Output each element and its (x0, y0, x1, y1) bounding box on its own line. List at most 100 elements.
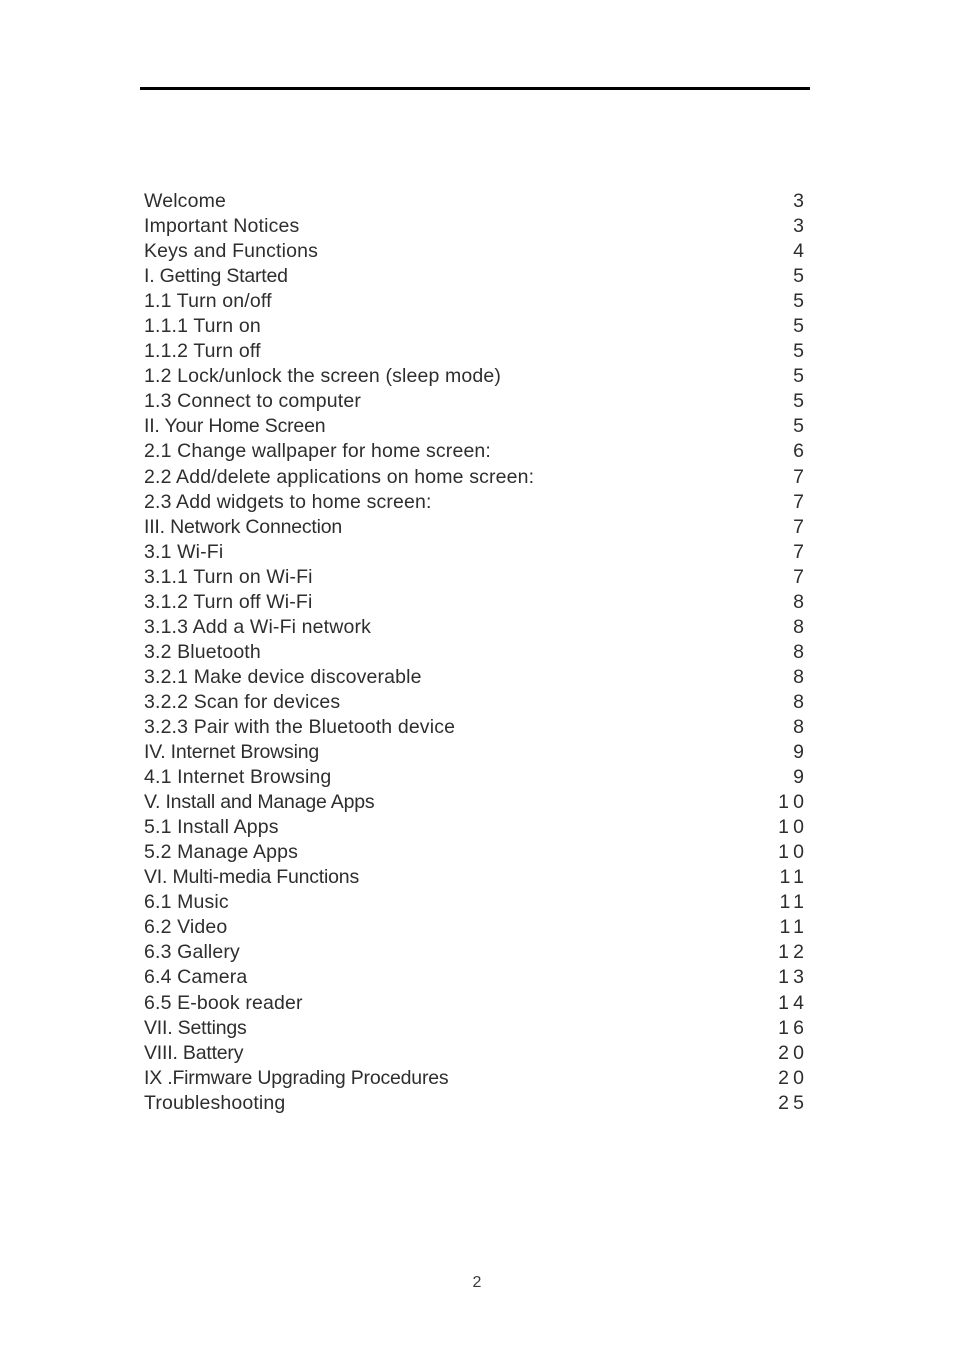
toc-entry[interactable]: 2.3 Add widgets to home screen: 7 (144, 490, 804, 515)
toc-entry-page-number: 11 (779, 866, 809, 889)
document-page: Welcome 3 Important Notices 3 Keys and Funct… (0, 0, 954, 1348)
toc-entry-page-number: 20 (778, 1066, 809, 1089)
toc-entry-page-number: 5 (793, 340, 804, 363)
toc-entry-title: Troubleshooting (144, 1091, 286, 1114)
toc-entry-title: 4.1 Internet Browsing (144, 766, 332, 789)
toc-entry-title: 3.2 Bluetooth (144, 640, 261, 663)
toc-entry[interactable]: 5.2 Manage Apps 10 (144, 840, 804, 865)
toc-entry-page-number: 12 (778, 941, 809, 964)
toc-entry-page-number: 10 (778, 841, 809, 864)
toc-entry-title: Keys and Functions (144, 240, 318, 263)
toc-entry-page-number: 5 (793, 315, 804, 338)
toc-entry-title: 3.1 Wi-Fi (144, 540, 224, 563)
toc-entry[interactable]: VI. Multi-media Functions 11 (144, 865, 804, 890)
toc-entry[interactable]: 6.2 Video 11 (144, 915, 804, 940)
toc-entry[interactable]: 1.1.1 Turn on 5 (144, 314, 804, 339)
toc-entry[interactable]: IV. Internet Browsing 9 (144, 740, 804, 765)
toc-entry-title: III. Network Connection (144, 515, 343, 538)
toc-entry-title: Welcome (144, 190, 226, 212)
toc-entry[interactable]: II. Your Home Screen 5 (144, 414, 804, 439)
toc-entry[interactable]: III. Network Connection 7 (144, 515, 804, 540)
toc-entry-title: 3.1.3 Add a Wi-Fi network (144, 615, 372, 638)
toc-entry[interactable]: 1.2 Lock/unlock the screen (sleep mode) 5 (144, 364, 804, 389)
toc-entry-page-number: 8 (793, 590, 804, 613)
toc-entry-title: Important Notices (144, 215, 300, 238)
toc-entry-title: 1.1 Turn on/off (144, 290, 272, 313)
toc-entry[interactable]: Troubleshooting 25 (144, 1091, 804, 1116)
toc-entry-title: 3.2.1 Make device discoverable (144, 665, 422, 688)
toc-entry[interactable]: 4.1 Internet Browsing 9 (144, 765, 804, 790)
toc-entry-page-number: 5 (793, 365, 804, 388)
toc-entry-title: VI. Multi-media Functions (144, 866, 359, 889)
toc-entry-page-number: 14 (778, 991, 809, 1014)
toc-entry-page-number: 7 (793, 515, 804, 538)
toc-entry-page-number: 10 (778, 816, 809, 839)
toc-entry-title: 3.2.3 Pair with the Bluetooth device (144, 715, 456, 738)
toc-entry-page-number: 5 (793, 415, 804, 438)
toc-entry[interactable]: 3.1.1 Turn on Wi-Fi 7 (144, 565, 804, 590)
toc-entry[interactable]: Welcome 3 (144, 189, 804, 214)
toc-entry-page-number: 11 (779, 916, 809, 939)
toc-entry-page-number: 7 (793, 565, 804, 588)
toc-entry-title: 6.4 Camera (144, 966, 248, 989)
toc-entry[interactable]: 6.1 Music 11 (144, 890, 804, 915)
toc-entry-page-number: 5 (793, 290, 804, 313)
toc-entry[interactable]: 1.3 Connect to computer 5 (144, 389, 804, 414)
toc-entry-title: 3.1.2 Turn off Wi-Fi (144, 590, 313, 613)
toc-entry-page-number: 7 (793, 540, 804, 563)
toc-entry[interactable]: 5.1 Install Apps 10 (144, 815, 804, 840)
toc-entry[interactable]: 3.2 Bluetooth 8 (144, 640, 804, 665)
toc-entry-title: 6.2 Video (144, 916, 228, 939)
toc-entry[interactable]: 6.5 E-book reader 14 (144, 991, 804, 1016)
toc-entry-title: 6.5 E-book reader (144, 991, 303, 1014)
toc-entry[interactable]: VIII. Battery 20 (144, 1041, 804, 1066)
toc-entry-title: 1.1.1 Turn on (144, 315, 261, 338)
toc-entry-page-number: 6 (793, 440, 804, 463)
toc-entry[interactable]: 6.3 Gallery 12 (144, 940, 804, 965)
toc-entry-page-number: 20 (778, 1041, 809, 1064)
toc-entry[interactable]: I. Getting Started 5 (144, 264, 804, 289)
toc-entry-title: 3.1.1 Turn on Wi-Fi (144, 565, 313, 588)
toc-entry[interactable]: Important Notices 3 (144, 214, 804, 239)
toc-entry-title: 2.3 Add widgets to home screen: (144, 490, 432, 513)
toc-entry[interactable]: 3.1 Wi-Fi 7 (144, 540, 804, 565)
toc-entry-title: 5.2 Manage Apps (144, 841, 299, 864)
toc-entry[interactable]: 1.1 Turn on/off 5 (144, 289, 804, 314)
toc-entry-page-number: 8 (793, 640, 804, 663)
toc-entry-title: 2.2 Add/delete applications on home scre… (144, 465, 535, 488)
toc-entry[interactable]: 3.1.2 Turn off Wi-Fi 8 (144, 590, 804, 615)
toc-entry-page-number: 13 (778, 966, 809, 989)
toc-entry-page-number: 9 (793, 741, 804, 764)
toc-entry[interactable]: 2.1 Change wallpaper for home screen: 6 (144, 439, 804, 464)
toc-entry[interactable]: IX .Firmware Upgrading Procedures 20 (144, 1066, 804, 1091)
toc-entry[interactable]: 3.1.3 Add a Wi-Fi network 8 (144, 615, 804, 640)
toc-entry-page-number: 8 (793, 665, 804, 688)
toc-entry-title: VIII. Battery (144, 1041, 244, 1064)
toc-entry-title: 5.1 Install Apps (144, 816, 279, 839)
toc-entry-page-number: 8 (793, 615, 804, 638)
toc-entry-page-number: 10 (778, 791, 809, 814)
toc-entry-page-number: 8 (793, 690, 804, 713)
toc-entry-page-number: 3 (793, 215, 804, 238)
toc-entry-page-number: 5 (793, 390, 804, 413)
toc-entry[interactable]: 3.2.2 Scan for devices 8 (144, 690, 804, 715)
toc-entry-title: IX .Firmware Upgrading Procedures (144, 1066, 449, 1089)
toc-entry-page-number: 3 (793, 190, 804, 212)
toc-entry-title: 3.2.2 Scan for devices (144, 690, 341, 713)
toc-entry[interactable]: Keys and Functions 4 (144, 239, 804, 264)
toc-entry[interactable]: 1.1.2 Turn off 5 (144, 339, 804, 364)
toc-entry-title: 2.1 Change wallpaper for home screen: (144, 440, 491, 463)
toc-entry[interactable]: 3.2.1 Make device discoverable 8 (144, 665, 804, 690)
toc-entry-page-number: 4 (793, 240, 804, 263)
toc-entry-title: I. Getting Started (144, 265, 288, 288)
header-rule (140, 87, 810, 90)
toc-entry[interactable]: 2.2 Add/delete applications on home scre… (144, 465, 804, 490)
toc-entry-page-number: 7 (793, 465, 804, 488)
toc-entry-title: II. Your Home Screen (144, 415, 326, 438)
toc-entry[interactable]: 3.2.3 Pair with the Bluetooth device 8 (144, 715, 804, 740)
toc-entry-title: 1.3 Connect to computer (144, 390, 361, 413)
toc-entry-title: IV. Internet Browsing (144, 741, 320, 764)
toc-entry[interactable]: 6.4 Camera 13 (144, 965, 804, 990)
toc-entry[interactable]: VII. Settings 16 (144, 1016, 804, 1041)
toc-entry[interactable]: V. Install and Manage Apps 10 (144, 790, 804, 815)
